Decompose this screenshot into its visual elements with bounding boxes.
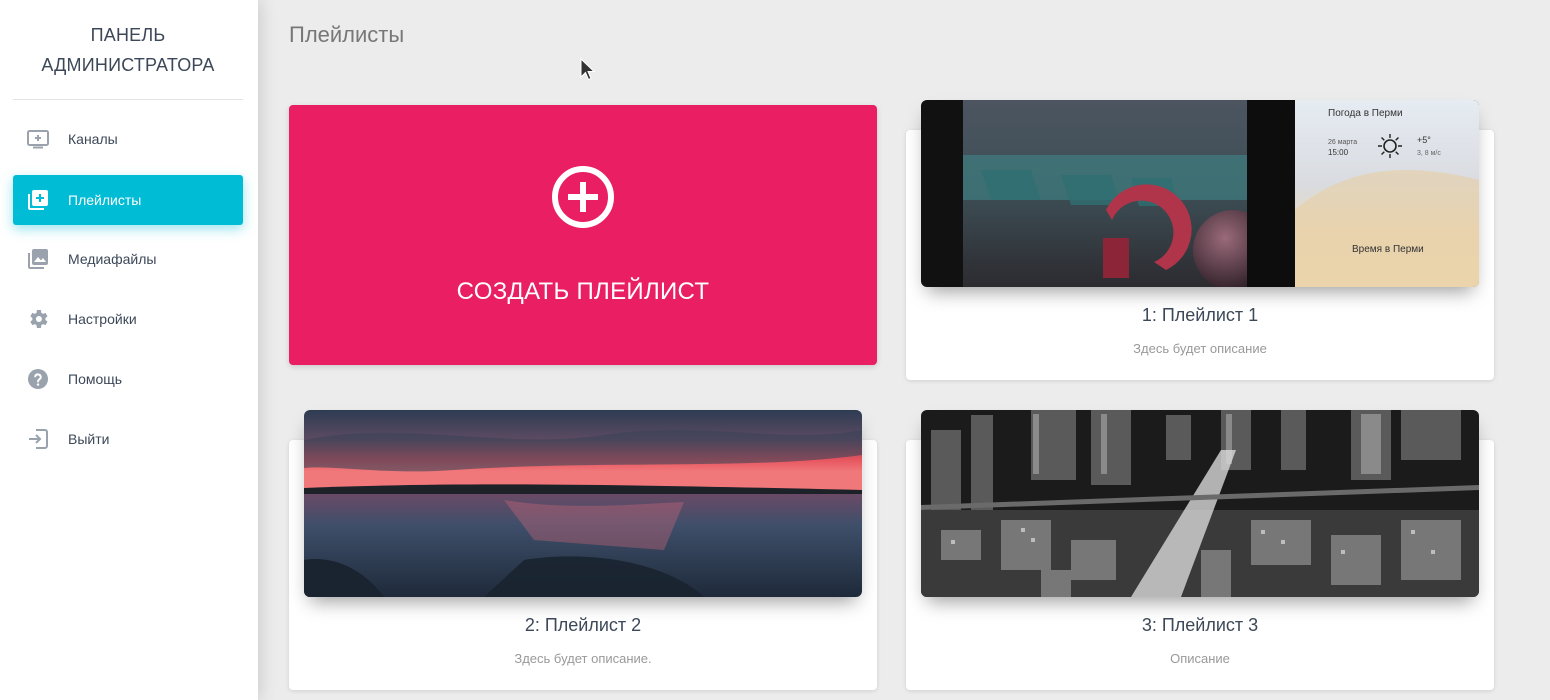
sidebar-item-label: Каналы bbox=[68, 131, 118, 147]
weather-wind: 3, 8 м/с bbox=[1417, 150, 1441, 157]
playlist-description: Здесь будет описание. bbox=[514, 651, 652, 666]
brand-line-1: ПАНЕЛЬ bbox=[90, 25, 166, 45]
help-circle-icon bbox=[25, 366, 51, 392]
playlist-card-1[interactable]: Погода в Перми 26 марта 15:00 +5° 3, 8 м… bbox=[906, 100, 1494, 380]
plus-circle-icon bbox=[552, 166, 614, 228]
weather-temperature: +5° bbox=[1417, 135, 1431, 145]
playlist-title[interactable]: 2: Плейлист 2 bbox=[289, 615, 877, 636]
sun-icon bbox=[1378, 134, 1402, 158]
brand-title: ПАНЕЛЬ АДМИНИСТРАТОРА bbox=[13, 20, 243, 80]
sidebar-item-label: Плейлисты bbox=[68, 192, 142, 208]
sidebar-item-help[interactable]: Помощь bbox=[13, 354, 243, 404]
create-playlist-button[interactable]: СОЗДАТЬ ПЛЕЙЛИСТ bbox=[289, 105, 877, 365]
playlist-card-3[interactable]: 3: Плейлист 3 Описание bbox=[906, 410, 1494, 690]
brand-line-2: АДМИНИСТРАТОРА bbox=[41, 55, 215, 75]
playlist-card-2[interactable]: 2: Плейлист 2 Здесь будет описание. bbox=[289, 410, 877, 690]
sidebar-item-label: Помощь bbox=[68, 371, 123, 387]
page-title: Плейлисты bbox=[289, 22, 405, 47]
sidebar-item-channels[interactable]: Каналы bbox=[13, 114, 243, 164]
weather-widget: Погода в Перми 26 марта 15:00 +5° 3, 8 м… bbox=[1328, 108, 1441, 255]
playlist-description: Описание bbox=[1170, 651, 1230, 666]
weather-time: 15:00 bbox=[1328, 148, 1349, 157]
gear-icon bbox=[25, 306, 51, 332]
playlist-title[interactable]: 1: Плейлист 1 bbox=[906, 305, 1494, 326]
sidebar-item-logout[interactable]: Выйти bbox=[13, 414, 243, 464]
sidebar-item-label: Настройки bbox=[68, 311, 137, 327]
exit-icon bbox=[25, 426, 51, 452]
mouse-cursor-icon bbox=[580, 58, 596, 81]
weather-date: 26 марта bbox=[1328, 139, 1357, 146]
brand-divider bbox=[13, 99, 243, 100]
library-add-icon bbox=[25, 187, 51, 213]
tv-plus-icon bbox=[25, 126, 51, 152]
sidebar-item-media[interactable]: Медиафайлы bbox=[13, 234, 243, 284]
weather-header: Погода в Перми bbox=[1328, 108, 1403, 119]
clock-caption: Время в Перми bbox=[1352, 244, 1424, 255]
sidebar-item-label: Медиафайлы bbox=[68, 251, 157, 267]
playlist-description: Здесь будет описание bbox=[1133, 341, 1267, 356]
playlist-title[interactable]: 3: Плейлист 3 bbox=[906, 615, 1494, 636]
sidebar-item-playlists[interactable]: Плейлисты bbox=[13, 175, 243, 225]
create-playlist-label: СОЗДАТЬ ПЛЕЙЛИСТ bbox=[456, 278, 710, 305]
sidebar-item-settings[interactable]: Настройки bbox=[13, 294, 243, 344]
playlist-thumbnail bbox=[304, 410, 862, 597]
photo-library-icon bbox=[25, 246, 51, 272]
playlist-thumbnail: Погода в Перми 26 марта 15:00 +5° 3, 8 м… bbox=[921, 100, 1479, 287]
playlist-thumbnail bbox=[921, 410, 1479, 597]
sidebar: ПАНЕЛЬ АДМИНИСТРАТОРА Каналы Плейлисты М… bbox=[0, 0, 258, 700]
sidebar-item-label: Выйти bbox=[68, 431, 110, 447]
